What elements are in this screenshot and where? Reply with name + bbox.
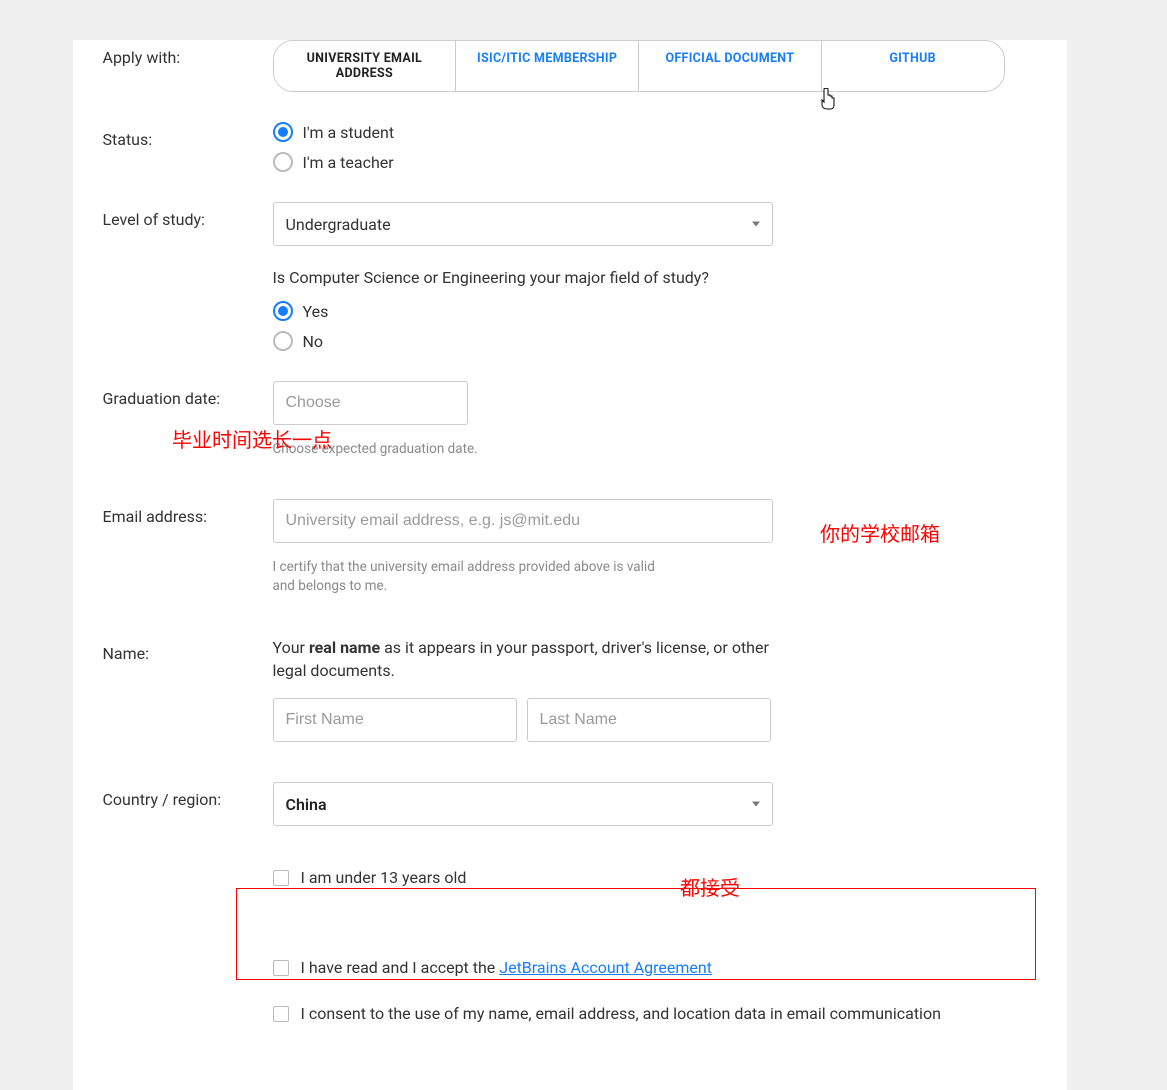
graduation-date-input[interactable]: [273, 381, 468, 425]
radio-cs-yes-label: Yes: [303, 302, 329, 321]
cs-radio-group: Yes No: [273, 301, 993, 351]
radio-cs-yes[interactable]: Yes: [273, 301, 993, 321]
radio-circle-icon: [273, 152, 293, 172]
label-apply-with: Apply with:: [103, 40, 273, 67]
radio-student-label: I'm a student: [303, 123, 395, 142]
row-apply-with: Apply with: UNIVERSITY EMAIL ADDRESS ISI…: [103, 40, 1037, 92]
radio-cs-no-label: No: [303, 332, 324, 351]
radio-circle-icon: [273, 122, 293, 142]
label-status: Status:: [103, 122, 273, 149]
row-name: Name: Your real name as it appears in yo…: [103, 636, 1037, 742]
tab-github[interactable]: GITHUB: [822, 41, 1004, 91]
field-status: I'm a student I'm a teacher: [273, 122, 993, 172]
label-checks-empty: [103, 868, 273, 876]
field-email: I certify that the university email addr…: [273, 499, 993, 596]
row-level-of-study: Level of study: Undergraduate Is Compute…: [103, 202, 1037, 351]
level-of-study-select[interactable]: Undergraduate: [273, 202, 773, 246]
jetbrains-agreement-link[interactable]: JetBrains Account Agreement: [499, 958, 712, 977]
check-row-agreement: I have read and I accept the JetBrains A…: [273, 958, 993, 980]
label-graduation-date: Graduation date:: [103, 381, 273, 408]
radio-student[interactable]: I'm a student: [273, 122, 993, 142]
country-value: China: [286, 795, 327, 814]
label-name: Name:: [103, 636, 273, 663]
tab-isic-itic[interactable]: ISIC/ITIC MEMBERSHIP: [456, 41, 639, 91]
form-page: Apply with: UNIVERSITY EMAIL ADDRESS ISI…: [73, 40, 1067, 1090]
field-graduation-date: Choose expected graduation date.: [273, 381, 993, 459]
radio-teacher-label: I'm a teacher: [303, 153, 394, 172]
chevron-down-icon: [752, 802, 760, 807]
level-of-study-value: Undergraduate: [286, 215, 391, 234]
radio-circle-icon: [273, 331, 293, 351]
row-email: Email address: I certify that the univer…: [103, 499, 1037, 596]
label-email: Email address:: [103, 499, 273, 526]
name-inputs: [273, 698, 993, 742]
form-container: Apply with: UNIVERSITY EMAIL ADDRESS ISI…: [73, 40, 1067, 1090]
tab-university-email[interactable]: UNIVERSITY EMAIL ADDRESS: [274, 41, 457, 91]
field-country: China: [273, 782, 993, 826]
checkbox-consent-label: I consent to the use of my name, email a…: [301, 1004, 941, 1023]
checkbox-under13[interactable]: I am under 13 years old: [273, 868, 467, 887]
row-checks: I am under 13 years old I have read and …: [103, 868, 1037, 1050]
email-help-text: I certify that the university email addr…: [273, 558, 663, 596]
field-checks: I am under 13 years old I have read and …: [273, 868, 993, 1050]
field-name: Your real name as it appears in your pas…: [273, 636, 993, 742]
field-apply-with: UNIVERSITY EMAIL ADDRESS ISIC/ITIC MEMBE…: [273, 40, 993, 92]
cs-question-block: Is Computer Science or Engineering your …: [273, 268, 993, 351]
label-level-of-study: Level of study:: [103, 202, 273, 229]
cs-question-text: Is Computer Science or Engineering your …: [273, 268, 993, 287]
checkbox-box-icon: [273, 960, 289, 976]
name-prompt-pre: Your: [273, 638, 309, 657]
chevron-down-icon: [752, 222, 760, 227]
first-name-input[interactable]: [273, 698, 517, 742]
checkbox-box-icon: [273, 870, 289, 886]
agree-pre: I have read and I accept the: [301, 958, 500, 977]
email-input[interactable]: [273, 499, 773, 543]
checkbox-box-icon: [273, 1006, 289, 1022]
row-status: Status: I'm a student I'm a teacher: [103, 122, 1037, 172]
row-country: Country / region: China: [103, 782, 1037, 826]
checkbox-under13-label: I am under 13 years old: [301, 868, 467, 887]
row-graduation-date: Graduation date: Choose expected graduat…: [103, 381, 1037, 459]
graduation-help-text: Choose expected graduation date.: [273, 440, 673, 459]
apply-with-tabs: UNIVERSITY EMAIL ADDRESS ISIC/ITIC MEMBE…: [273, 40, 1005, 92]
country-select[interactable]: China: [273, 782, 773, 826]
tab-official-document[interactable]: OFFICIAL DOCUMENT: [639, 41, 822, 91]
radio-circle-icon: [273, 301, 293, 321]
checkbox-consent[interactable]: I consent to the use of my name, email a…: [273, 1004, 941, 1023]
name-prompt: Your real name as it appears in your pas…: [273, 636, 773, 682]
last-name-input[interactable]: [527, 698, 771, 742]
label-country: Country / region:: [103, 782, 273, 809]
status-radio-group: I'm a student I'm a teacher: [273, 122, 993, 172]
check-row-under13: I am under 13 years old: [273, 868, 993, 890]
name-prompt-strong: real name: [309, 638, 380, 657]
checkbox-agreement[interactable]: I have read and I accept the JetBrains A…: [273, 958, 712, 977]
checkbox-agreement-label: I have read and I accept the JetBrains A…: [301, 958, 712, 977]
radio-teacher[interactable]: I'm a teacher: [273, 152, 993, 172]
radio-cs-no[interactable]: No: [273, 331, 993, 351]
field-level-of-study: Undergraduate Is Computer Science or Eng…: [273, 202, 993, 351]
check-row-consent: I consent to the use of my name, email a…: [273, 1004, 993, 1026]
